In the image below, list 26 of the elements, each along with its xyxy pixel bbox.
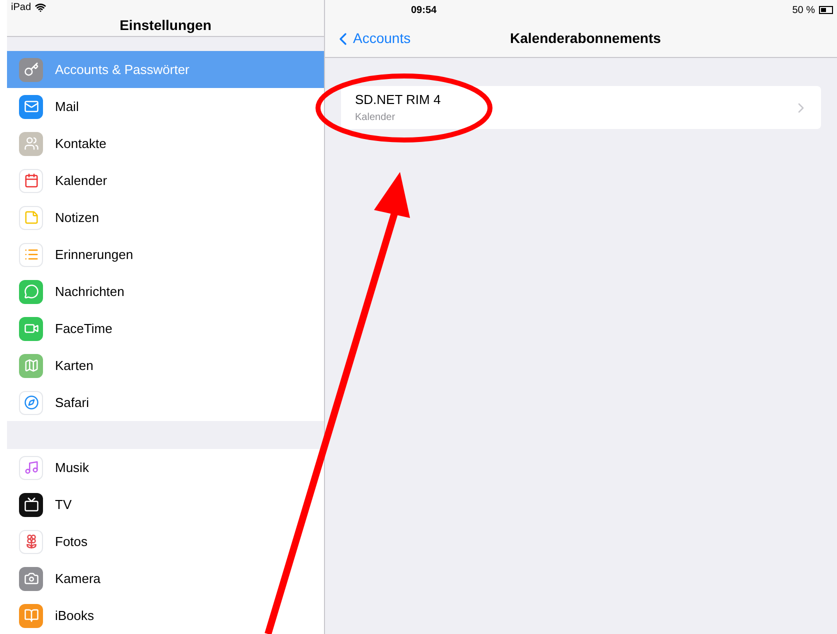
map-icon bbox=[19, 354, 43, 378]
clock: 09:54 bbox=[411, 4, 437, 18]
notes-icon bbox=[19, 206, 43, 230]
envelope-icon bbox=[19, 94, 43, 118]
calendar-row[interactable]: SD.NET RIM 4 Kalender bbox=[341, 86, 821, 129]
wifi-icon bbox=[35, 2, 46, 13]
battery-icon bbox=[819, 6, 833, 14]
music-note-icon bbox=[19, 456, 43, 480]
back-button[interactable]: Accounts bbox=[325, 28, 411, 49]
flower-icon bbox=[19, 530, 43, 554]
video-camera-icon bbox=[19, 316, 43, 340]
sidebar-title: Einstellungen bbox=[120, 16, 212, 35]
compass-icon bbox=[19, 390, 43, 414]
device-name: iPad bbox=[11, 1, 32, 15]
key-icon bbox=[19, 58, 43, 82]
calendar-icon bbox=[19, 168, 43, 192]
book-icon bbox=[19, 604, 43, 628]
tv-icon bbox=[19, 492, 43, 516]
row-title: SD.NET RIM 4 bbox=[355, 91, 441, 110]
camera-icon bbox=[19, 566, 43, 590]
contacts-icon bbox=[19, 132, 43, 156]
row-subtitle: Kalender bbox=[355, 110, 396, 125]
page-title: Kalenderabonnements bbox=[510, 29, 661, 48]
speech-bubble-icon bbox=[19, 280, 43, 304]
battery-percent: 50 % bbox=[792, 4, 815, 18]
list-icon bbox=[19, 242, 43, 266]
